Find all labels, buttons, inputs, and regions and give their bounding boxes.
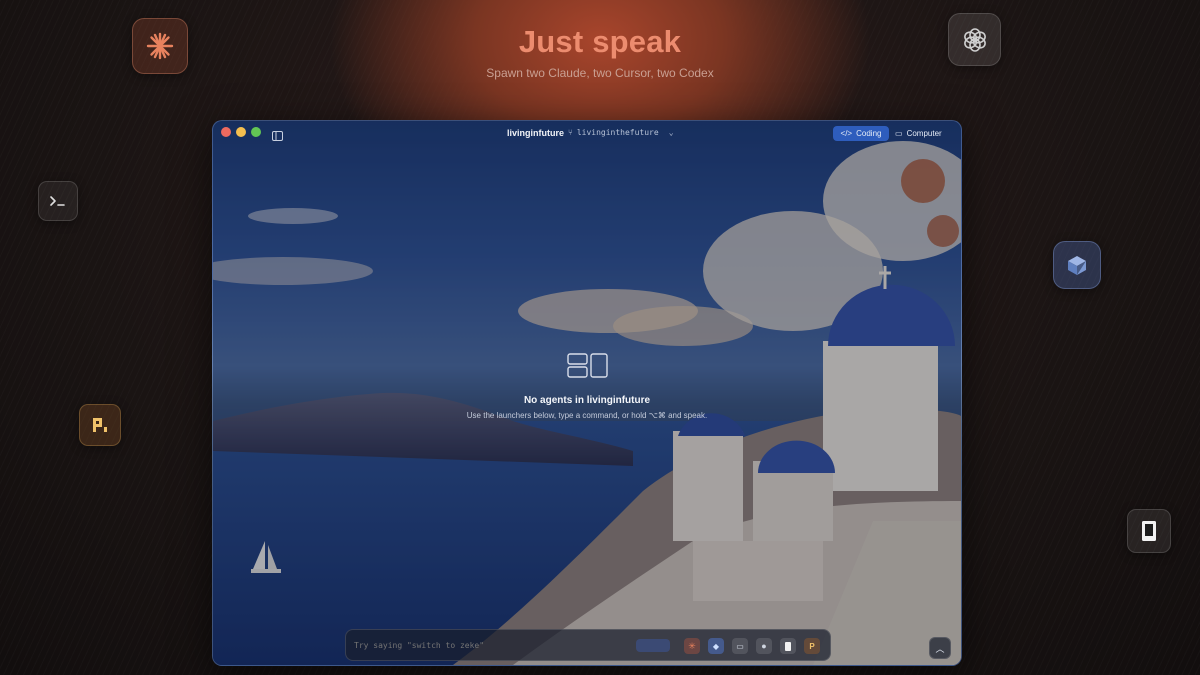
monitor-icon: ▭: [895, 129, 903, 138]
device-icon[interactable]: [1127, 509, 1171, 553]
launcher-cursor-icon[interactable]: ◆: [708, 638, 724, 654]
chevron-up-icon: ︿: [935, 643, 945, 654]
pixel-p-icon[interactable]: [79, 404, 121, 446]
branch-selector[interactable]: ⑂ livinginthefuture ⌄: [568, 128, 674, 137]
empty-state-title: No agents in livinginfuture: [523, 395, 651, 406]
empty-state-hint: Use the launchers below, type a command,…: [466, 411, 708, 420]
claude-sparkle-icon[interactable]: [132, 18, 188, 74]
mode-coding-button[interactable]: </> Coding: [833, 126, 889, 141]
terminal-icon[interactable]: [38, 181, 78, 221]
wallpaper-dim: [213, 121, 961, 665]
branch-name: livinginthefuture: [576, 128, 659, 137]
branch-icon: ⑂: [568, 128, 573, 137]
launcher-claude-icon[interactable]: ✳: [684, 638, 700, 654]
command-bar: ✳ ◆ ▭ ● P: [345, 629, 831, 661]
empty-state-icon: [567, 353, 609, 384]
app-window: livinginfuture ⑂ livinginthefuture ⌄ </>…: [212, 120, 962, 666]
command-input[interactable]: [352, 636, 626, 654]
launcher-openai-icon[interactable]: ●: [756, 638, 772, 654]
launcher-device-icon[interactable]: [780, 638, 796, 654]
mode-computer-label: Computer: [906, 129, 942, 138]
chevron-down-icon: ⌄: [668, 128, 674, 137]
close-button[interactable]: [221, 127, 231, 137]
zoom-button[interactable]: [251, 127, 261, 137]
scroll-up-button[interactable]: ︿: [929, 637, 951, 659]
mode-coding-label: Coding: [856, 129, 882, 138]
minimize-button[interactable]: [236, 127, 246, 137]
cursor-cube-icon[interactable]: [1053, 241, 1101, 289]
sidebar-toggle-icon[interactable]: [272, 128, 283, 146]
code-icon: </>: [840, 129, 853, 138]
launcher-terminal-icon[interactable]: ▭: [732, 638, 748, 654]
mode-computer-button[interactable]: ▭ Computer: [889, 126, 944, 141]
title-bar: livinginfuture ⑂ livinginthefuture ⌄ </>…: [213, 121, 961, 145]
launcher-pixel-icon[interactable]: P: [804, 638, 820, 654]
voice-button[interactable]: [636, 639, 670, 652]
workspace-title: livinginfuture: [507, 128, 564, 138]
openai-knot-icon[interactable]: [948, 13, 1001, 66]
